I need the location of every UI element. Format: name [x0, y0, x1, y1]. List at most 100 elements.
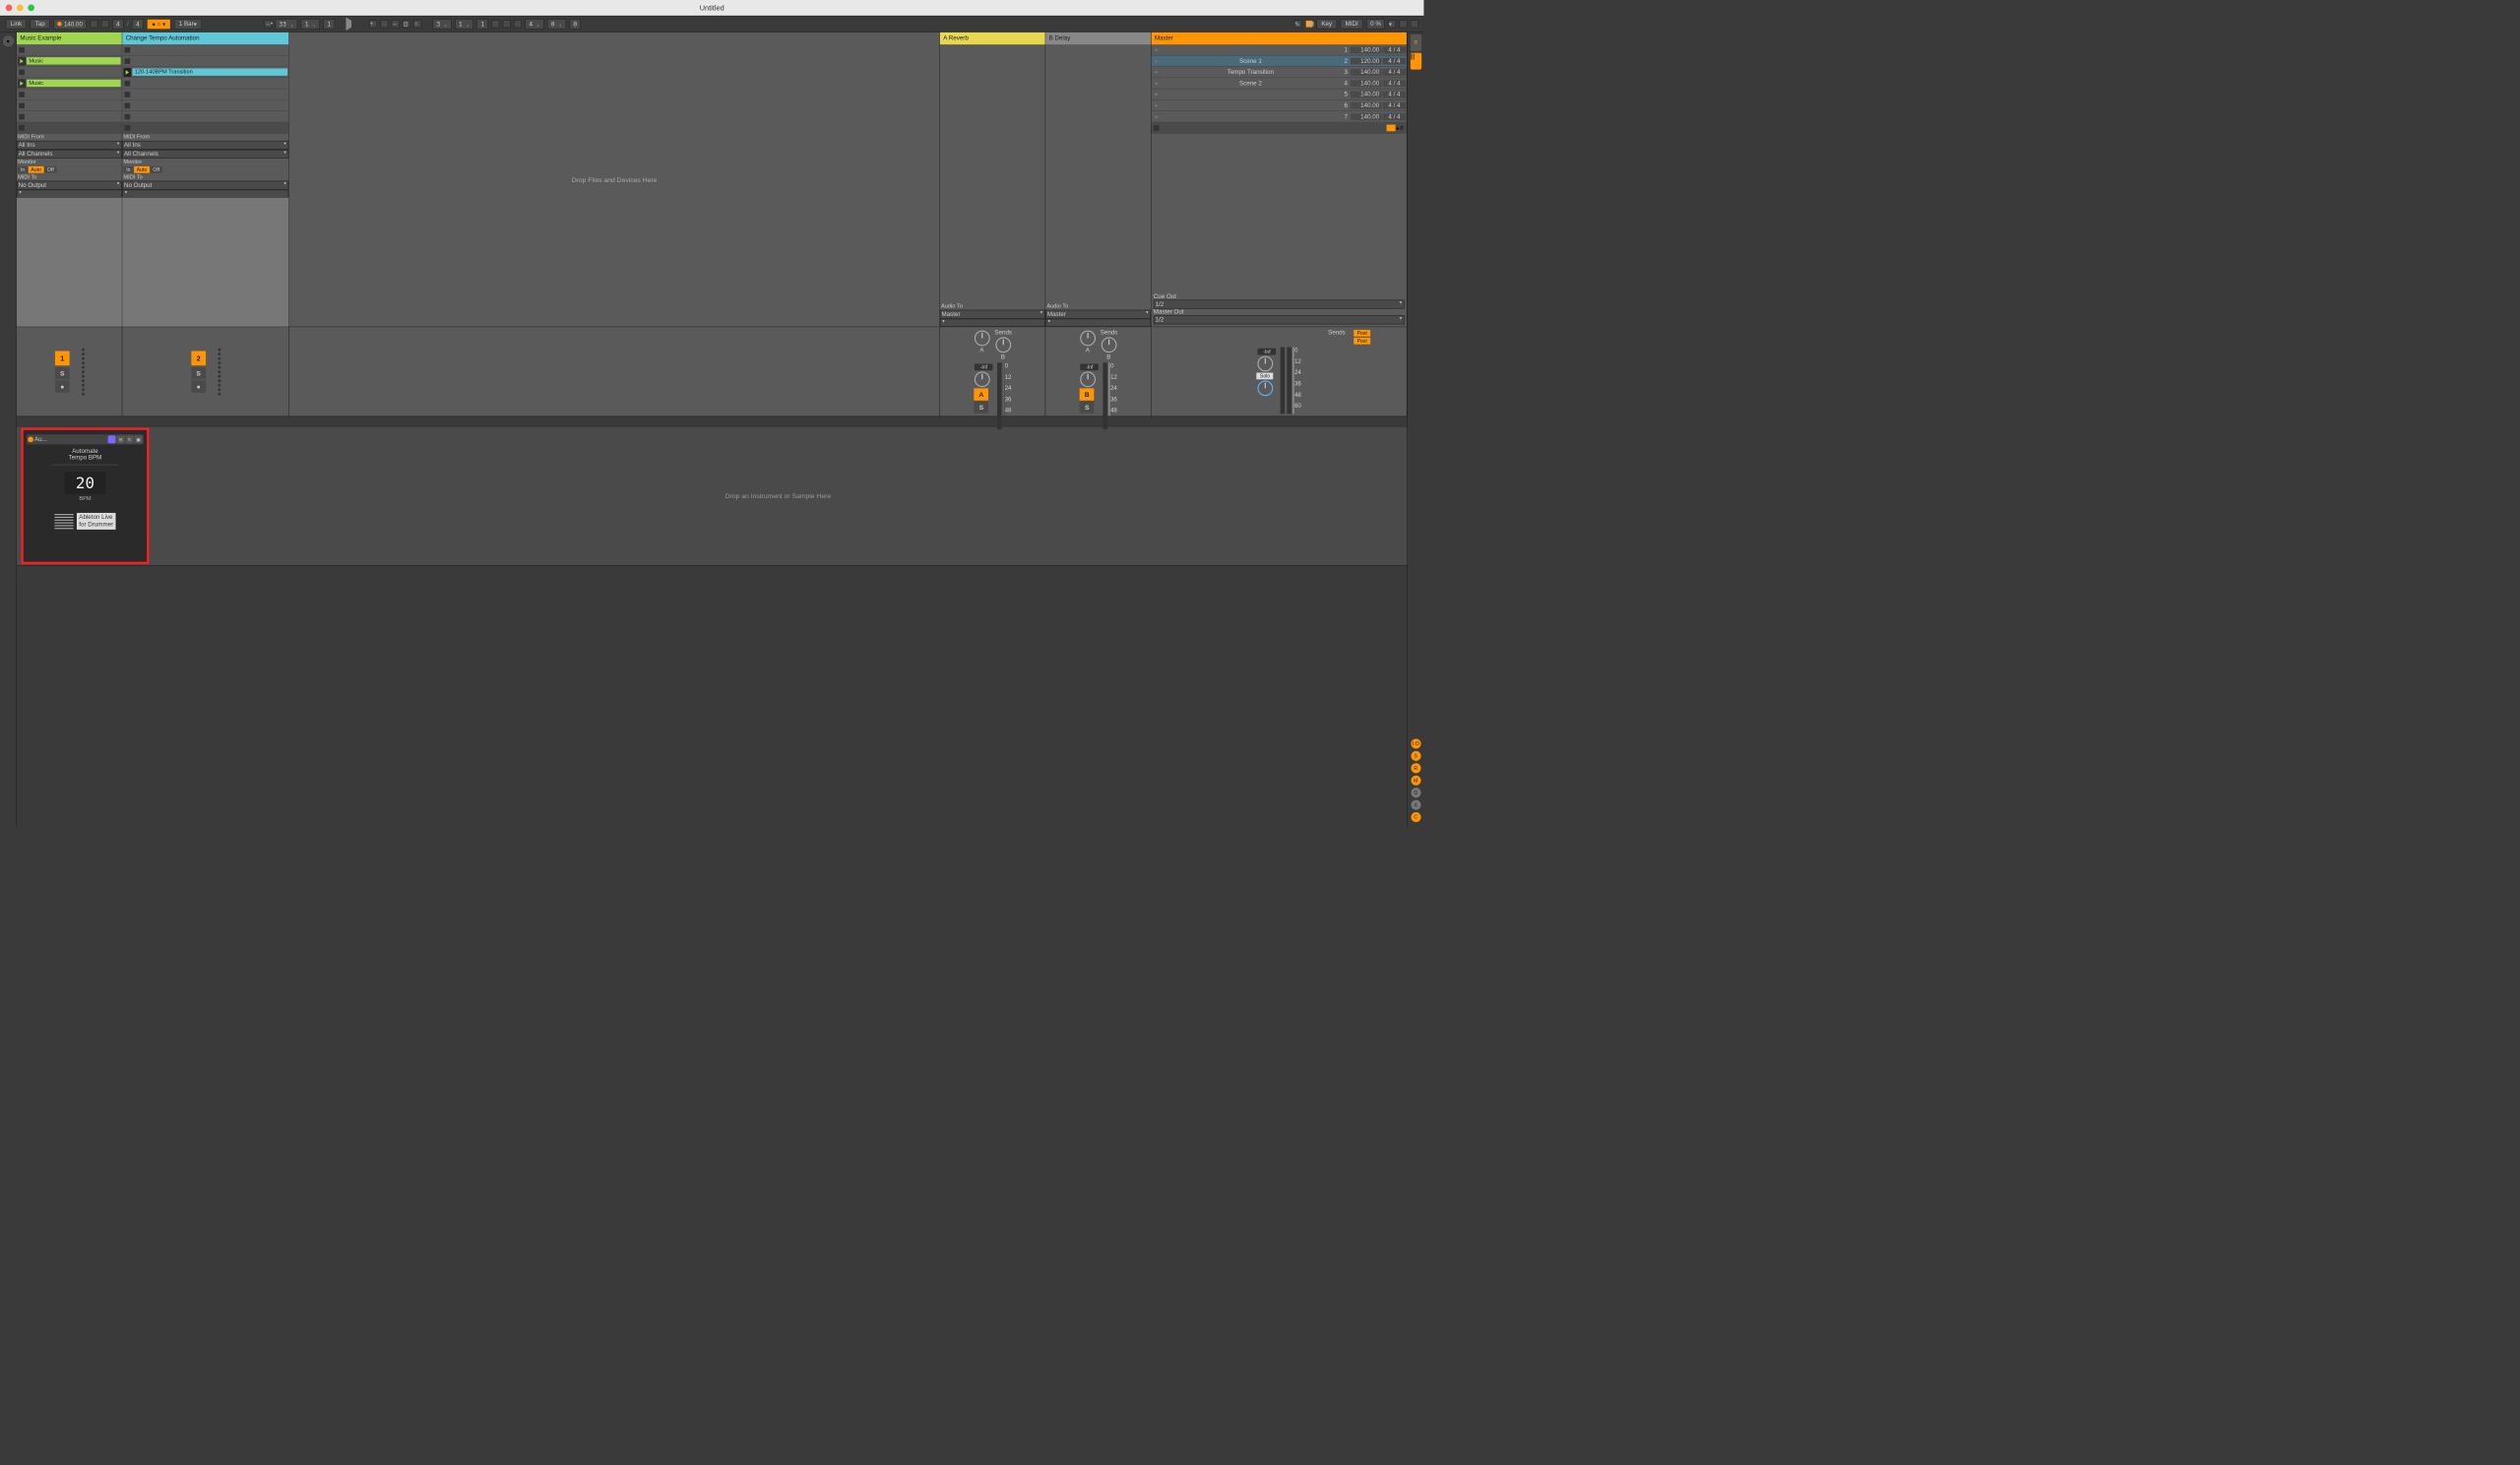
- scene-tempo[interactable]: 140.00: [1351, 69, 1382, 76]
- return-b-activator[interactable]: B: [1080, 388, 1095, 400]
- scene-launch-button[interactable]: [1152, 70, 1163, 75]
- scene-launch-button[interactable]: [1152, 47, 1163, 52]
- device-titlebar[interactable]: Au... ⊟ ↻ ▣: [27, 434, 144, 444]
- view-toggle-d[interactable]: D: [1411, 788, 1420, 797]
- send-b-knob[interactable]: [995, 337, 1011, 352]
- loop-len-sub[interactable]: 0: [569, 19, 581, 30]
- scene-row[interactable]: 6140.004 / 4: [1152, 100, 1407, 111]
- scene-launch-icon[interactable]: [1387, 124, 1396, 131]
- punch-in-button[interactable]: [491, 20, 499, 28]
- view-toggle-c[interactable]: C: [1411, 812, 1420, 822]
- position-sub[interactable]: 1: [323, 19, 335, 30]
- view-toggle-s[interactable]: S: [1411, 751, 1420, 761]
- stop-all-scenes[interactable]: ▸≡: [1152, 122, 1407, 133]
- draw-mode-button[interactable]: ✎: [1294, 20, 1302, 28]
- pan-knob[interactable]: [975, 371, 990, 387]
- scene-tempo[interactable]: 140.00: [1351, 102, 1382, 109]
- return-a-activator[interactable]: A: [975, 388, 989, 400]
- send-b-knob[interactable]: [1101, 337, 1116, 352]
- track-activator-2[interactable]: 2: [191, 351, 206, 366]
- clip-slot[interactable]: [17, 89, 122, 99]
- scene-row[interactable]: Scene 12120.004 / 4: [1152, 56, 1407, 67]
- midi-map-button[interactable]: MIDI: [1341, 19, 1363, 29]
- monitor-off[interactable]: Off: [151, 166, 162, 173]
- scene-time-sig[interactable]: 4 / 4: [1383, 102, 1407, 109]
- play-button[interactable]: [346, 21, 351, 28]
- midi-to-ch[interactable]: [122, 190, 288, 198]
- scene-launch-button[interactable]: [1152, 58, 1163, 63]
- return-b-header[interactable]: B Delay: [1045, 32, 1151, 44]
- scene-row[interactable]: 5140.004 / 4: [1152, 89, 1407, 99]
- scene-time-sig[interactable]: 4 / 4: [1383, 57, 1407, 64]
- browser-toggle-icon[interactable]: ▾: [3, 35, 14, 46]
- solo-button-2[interactable]: S: [191, 367, 206, 379]
- audio-to-ch[interactable]: [940, 319, 1045, 327]
- clip-slot[interactable]: [122, 89, 288, 99]
- view-toggle-r[interactable]: R: [1411, 763, 1420, 773]
- master-header[interactable]: Master: [1152, 32, 1407, 44]
- stop-all-slot[interactable]: [17, 122, 122, 133]
- audio-to-ch[interactable]: [1045, 319, 1151, 327]
- clip-slot[interactable]: [122, 44, 288, 55]
- post-button-a[interactable]: Post: [1354, 330, 1370, 337]
- midi-to-select[interactable]: No Output: [17, 181, 122, 190]
- loop-button[interactable]: [503, 20, 511, 28]
- scene-tempo[interactable]: 140.00: [1351, 80, 1382, 87]
- view-toggle-x[interactable]: X: [1411, 799, 1420, 809]
- scene-row[interactable]: Scene 24140.004 / 4: [1152, 78, 1407, 89]
- tap-button[interactable]: Tap: [31, 19, 50, 29]
- drop-files-area[interactable]: Drop Files and Devices Here: [289, 32, 940, 327]
- punch-out-button[interactable]: [514, 20, 522, 28]
- nudge-down-button[interactable]: [90, 20, 97, 28]
- overdub-button[interactable]: +: [369, 20, 377, 28]
- send-a-knob[interactable]: [1080, 331, 1096, 347]
- monitor-auto[interactable]: Auto: [134, 166, 150, 173]
- loop-start-sub[interactable]: 1: [476, 19, 488, 30]
- view-toggle-m[interactable]: M: [1411, 776, 1420, 786]
- send-a-knob[interactable]: [975, 331, 990, 347]
- scene-row[interactable]: 1140.004 / 4: [1152, 44, 1407, 55]
- session-view-button[interactable]: |||: [1411, 53, 1421, 70]
- capture-button[interactable]: ⊡: [403, 20, 410, 28]
- scene-row[interactable]: Tempo Transition3140.004 / 4: [1152, 67, 1407, 78]
- monitor-in[interactable]: In: [123, 166, 133, 173]
- clip-slot[interactable]: Music: [17, 78, 122, 89]
- scene-time-sig[interactable]: 4 / 4: [1383, 80, 1407, 87]
- scene-name[interactable]: Scene 2: [1163, 80, 1339, 87]
- loop-len-beat[interactable]: 0 .: [547, 19, 566, 30]
- arm-button-1[interactable]: ●: [55, 380, 70, 392]
- loop-len-bar[interactable]: 4 .: [525, 19, 543, 30]
- tempo-field[interactable]: 140.00: [53, 19, 87, 30]
- return-a-solo[interactable]: S: [975, 401, 989, 413]
- scene-tempo[interactable]: 140.00: [1351, 113, 1382, 120]
- crossfader-knob[interactable]: [1258, 380, 1274, 396]
- cue-vol-knob[interactable]: [1258, 356, 1274, 372]
- midi-ch-select[interactable]: All Channels: [17, 150, 122, 159]
- scene-time-sig[interactable]: 4 / 4: [1383, 113, 1407, 120]
- time-sig-den[interactable]: 4: [132, 19, 144, 30]
- nudge-up-button[interactable]: [101, 20, 109, 28]
- device-icon[interactable]: [108, 435, 116, 443]
- audio-to-select[interactable]: Master: [940, 310, 1045, 319]
- monitor-off[interactable]: Off: [44, 166, 56, 173]
- post-button-b[interactable]: Post: [1354, 338, 1370, 345]
- return-a-header[interactable]: A Reverb: [940, 32, 1045, 44]
- solo-button-1[interactable]: S: [55, 367, 70, 379]
- monitor-auto[interactable]: Auto: [29, 166, 44, 173]
- position-bar[interactable]: 33 .: [275, 19, 297, 30]
- clip-slot[interactable]: [122, 56, 288, 67]
- loop-start-beat[interactable]: 1 .: [455, 19, 473, 30]
- scene-launch-mode-icon[interactable]: ▸≡: [1397, 124, 1406, 131]
- session-rec-button[interactable]: ○: [413, 20, 421, 28]
- scene-time-sig[interactable]: 4 / 4: [1383, 69, 1407, 76]
- scene-time-sig[interactable]: 4 / 4: [1383, 91, 1407, 97]
- device-on-led[interactable]: [28, 437, 33, 443]
- track-header-2[interactable]: Change Tempo Automation: [122, 32, 288, 44]
- clip-slot[interactable]: [122, 100, 288, 111]
- scene-name[interactable]: Scene 1: [1163, 57, 1339, 64]
- audio-to-select[interactable]: Master: [1045, 310, 1151, 319]
- close-icon[interactable]: [6, 5, 13, 12]
- link-button[interactable]: Link: [6, 19, 28, 29]
- pan-knob[interactable]: [1080, 371, 1096, 387]
- clip-slot[interactable]: [17, 67, 122, 78]
